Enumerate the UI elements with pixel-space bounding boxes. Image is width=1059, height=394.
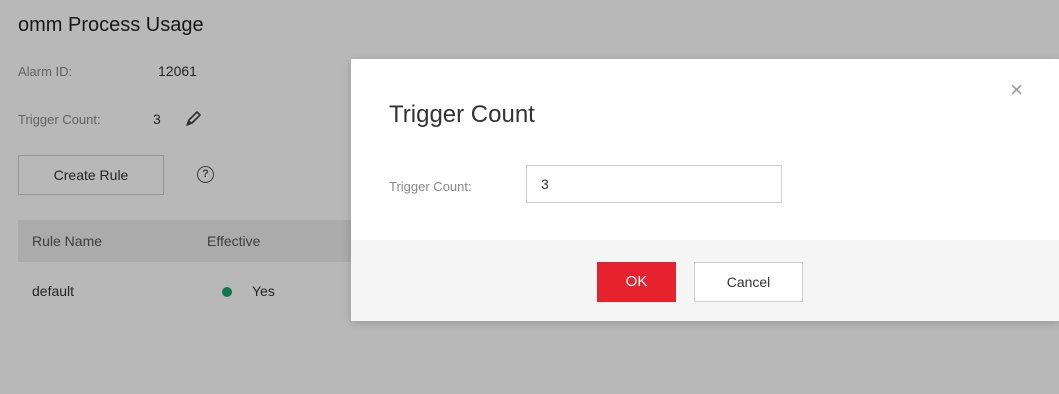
- cancel-button[interactable]: Cancel: [694, 262, 803, 302]
- trigger-count-input[interactable]: [526, 165, 782, 203]
- trigger-count-field-label: Trigger Count:: [389, 179, 472, 194]
- dialog-title: Trigger Count: [389, 101, 535, 128]
- ok-button[interactable]: OK: [597, 262, 676, 302]
- dialog-footer: OK Cancel: [351, 240, 1059, 321]
- close-icon[interactable]: ×: [1010, 79, 1023, 101]
- trigger-count-dialog: Trigger Count × Trigger Count: OK Cancel: [351, 59, 1059, 321]
